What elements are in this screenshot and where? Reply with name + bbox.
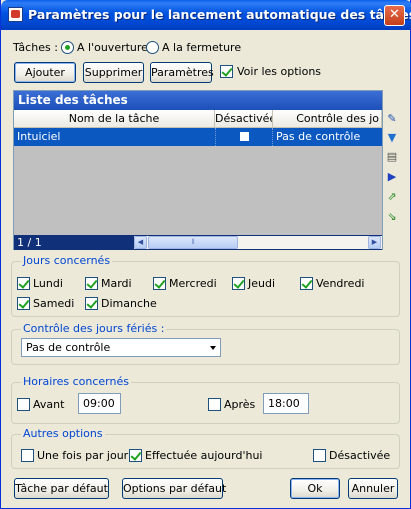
holidays-select-value: Pas de contrôle	[26, 341, 111, 354]
col-header-control[interactable]: Contrôle des jo	[273, 110, 382, 128]
cell-control: Pas de contrôle	[276, 130, 361, 143]
day-checkbox-samedi[interactable]	[17, 297, 30, 310]
scroll-right-icon[interactable]: ▶	[368, 236, 381, 249]
chevron-down-icon	[210, 346, 216, 350]
done-today-label[interactable]: Effectuée aujourd'hui	[145, 449, 262, 462]
print-icon[interactable]: ▤	[384, 148, 400, 165]
taches-label: Tâches :	[13, 41, 58, 54]
dialog-window: Paramètres pour le lancement automatique…	[0, 0, 411, 509]
day-label-jeudi[interactable]: Jeudi	[248, 277, 275, 290]
day-label-samedi[interactable]: Samedi	[33, 297, 74, 310]
radio-fermeture-label[interactable]: A la fermeture	[162, 41, 241, 54]
cell-disabled[interactable]	[215, 128, 273, 146]
hours-group	[11, 382, 400, 424]
cup-icon[interactable]: ▼	[384, 129, 400, 146]
row-counter: 1 / 1	[17, 236, 42, 249]
table-statusbar: 1 / 1 ◀ ⦀ ▶	[14, 235, 382, 250]
day-checkbox-dimanche[interactable]	[85, 297, 98, 310]
option-disabled-checkbox[interactable]	[313, 449, 326, 462]
day-label-vendredi[interactable]: Vendredi	[316, 277, 364, 290]
holidays-group-title: Contrôle des jours fériés :	[21, 322, 167, 335]
holidays-select[interactable]: Pas de contrôle	[21, 338, 221, 357]
day-checkbox-jeudi[interactable]	[232, 277, 245, 290]
ok-button[interactable]: Ok	[290, 478, 340, 499]
horizontal-scrollbar[interactable]: ◀ ⦀ ▶	[134, 236, 382, 249]
cancel-button[interactable]: Annuler	[348, 478, 398, 499]
day-checkbox-mardi[interactable]	[85, 277, 98, 290]
hours-group-title: Horaires concernés	[21, 375, 131, 388]
cell-name: Intuiciel	[17, 130, 61, 143]
other-options-title: Autres options	[21, 427, 105, 440]
before-label[interactable]: Avant	[33, 398, 64, 411]
export-icon[interactable]: ⇗	[384, 188, 400, 205]
once-per-day-checkbox[interactable]	[21, 449, 34, 462]
import-icon[interactable]: ⇘	[384, 208, 400, 225]
window-title: Paramètres pour le lancement automatique…	[28, 7, 411, 22]
delete-button[interactable]: Supprimer	[83, 62, 144, 83]
scroll-thumb[interactable]: ⦀	[148, 236, 238, 249]
radio-fermeture[interactable]	[146, 41, 159, 54]
radio-ouverture-label[interactable]: A l'ouverture	[77, 41, 148, 54]
day-label-dimanche[interactable]: Dimanche	[101, 297, 157, 310]
day-label-mercredi[interactable]: Mercredi	[169, 277, 217, 290]
day-checkbox-mercredi[interactable]	[153, 277, 166, 290]
task-table: Liste des tâches Nom de la tâche Désacti…	[13, 90, 383, 250]
disabled-checkbox[interactable]	[240, 132, 249, 141]
day-label-lundi[interactable]: Lundi	[33, 277, 63, 290]
show-options-label[interactable]: Voir les options	[237, 65, 321, 78]
once-per-day-label[interactable]: Une fois par jour	[37, 449, 128, 462]
title-bar[interactable]: Paramètres pour le lancement automatique…	[1, 0, 411, 30]
default-task-button[interactable]: Tâche par défaut	[14, 478, 109, 499]
day-label-mardi[interactable]: Mardi	[101, 277, 132, 290]
done-today-checkbox[interactable]	[129, 449, 142, 462]
app-icon	[8, 7, 23, 22]
col-header-disabled[interactable]: Désactivée	[215, 110, 273, 128]
days-group-title: Jours concernés	[21, 254, 113, 267]
after-checkbox[interactable]	[208, 398, 221, 411]
after-label[interactable]: Après	[224, 398, 255, 411]
default-options-button[interactable]: Options par défaut	[122, 478, 226, 499]
day-checkbox-lundi[interactable]	[17, 277, 30, 290]
table-title: Liste des tâches	[14, 91, 382, 110]
after-time-input[interactable]: 18:00	[263, 393, 309, 414]
before-checkbox[interactable]	[17, 398, 30, 411]
settings-button[interactable]: Paramètres	[150, 62, 214, 83]
close-button[interactable]: ✕	[384, 5, 405, 26]
table-row[interactable]: Intuiciel Pas de contrôle	[14, 128, 382, 146]
edit-icon[interactable]: ✎	[384, 110, 400, 127]
col-header-name[interactable]: Nom de la tâche	[14, 110, 215, 128]
add-button[interactable]: Ajouter	[14, 62, 76, 83]
arrow-right-icon[interactable]: ▶	[384, 168, 400, 185]
before-time-input[interactable]: 09:00	[78, 393, 121, 414]
day-checkbox-vendredi[interactable]	[300, 277, 313, 290]
scroll-left-icon[interactable]: ◀	[134, 236, 147, 249]
option-disabled-label[interactable]: Désactivée	[329, 449, 390, 462]
show-options-checkbox[interactable]	[220, 65, 233, 78]
radio-ouverture[interactable]	[61, 41, 74, 54]
